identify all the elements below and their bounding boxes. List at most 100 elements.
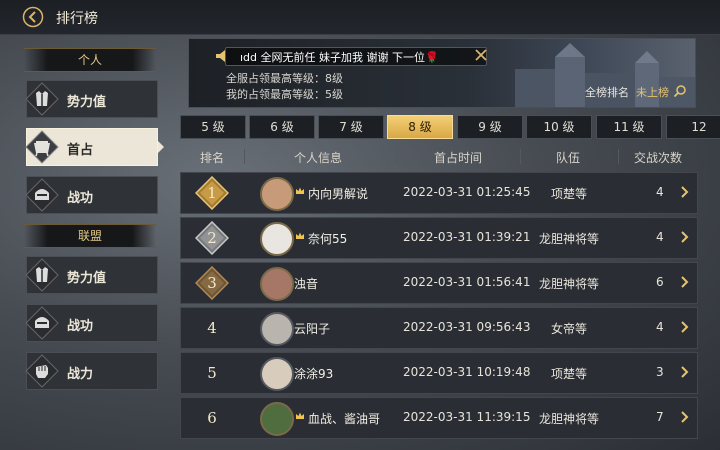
table-row[interactable]: 4 云阳子 2022-03-31 09:56:43 女帝等 4 — [180, 307, 698, 349]
occupy-time: 2022-03-31 10:19:48 — [403, 365, 531, 379]
info-banner: ıdd 全网无前任 妹子加我 谢谢 下一位🌹 全服占领最高等级：8级 我的占领最… — [188, 38, 696, 108]
rank-number: 5 — [207, 364, 217, 382]
crown-icon — [296, 187, 304, 194]
chevron-right-icon[interactable] — [679, 410, 689, 424]
avatar[interactable] — [260, 177, 294, 211]
column-divider — [520, 149, 521, 164]
table-header: 排名 个人信息 首占时间 队伍 交战次数 — [180, 146, 696, 168]
tab-level-7[interactable]: 7 级 — [318, 115, 384, 139]
sidebar: 个人 势力值 首占 战功 联盟 势力值 战功 战力 — [22, 48, 164, 400]
helmet-icon — [25, 306, 59, 340]
sidebar-item-first-occupy[interactable]: 首占 — [25, 128, 164, 166]
tab-level-10[interactable]: 10 级 — [526, 115, 592, 139]
column-header-battles: 交战次数 — [633, 151, 683, 165]
sidebar-item-alliance-merit[interactable]: 战功 — [25, 304, 158, 342]
chevron-right-icon[interactable] — [679, 275, 689, 289]
column-header-player: 个人信息 — [293, 151, 343, 165]
table-row[interactable]: 1 内向男解说 2022-03-31 01:25:45 项楚等 4 — [180, 172, 698, 214]
sidebar-item-label: 战功 — [67, 191, 94, 206]
column-header-time: 首占时间 — [433, 151, 483, 165]
armor-icon — [25, 82, 59, 116]
close-icon[interactable] — [473, 47, 489, 63]
battle-count: 3 — [656, 365, 664, 379]
overall-rank: 全榜排名 未上榜 — [585, 86, 669, 99]
team-name: 女帝等 — [550, 322, 587, 336]
occupy-time: 2022-03-31 09:56:43 — [403, 320, 531, 334]
column-divider — [618, 149, 619, 164]
sidebar-item-personal-merit[interactable]: 战功 — [25, 176, 158, 214]
sidebar-item-label: 势力值 — [67, 95, 107, 110]
occupy-time: 2022-03-31 01:39:21 — [403, 230, 531, 244]
crown-icon — [296, 232, 304, 239]
table-row[interactable]: 5 涂涂93 2022-03-31 10:19:48 项楚等 3 — [180, 352, 698, 394]
header-bar: 排行榜 — [0, 0, 720, 35]
page-title: 排行榜 — [56, 11, 98, 27]
tab-level-8[interactable]: 8 级 — [387, 115, 453, 139]
avatar[interactable] — [260, 402, 294, 436]
sidebar-item-alliance-power[interactable]: 势力值 — [25, 256, 158, 294]
cauldron-icon — [25, 130, 59, 164]
team-name: 项楚等 — [550, 367, 587, 381]
chevron-right-icon[interactable] — [679, 320, 689, 334]
player-name: 涂涂93 — [294, 367, 334, 381]
battle-count: 4 — [656, 230, 664, 244]
sidebar-item-label: 战力 — [67, 367, 94, 382]
crown-icon — [296, 412, 304, 419]
sidebar-item-label: 势力值 — [67, 271, 107, 286]
player-name: 血战、酱油哥 — [308, 412, 381, 426]
team-name: 龙胆神将等 — [538, 412, 599, 426]
rank-number: 3 — [207, 274, 217, 292]
speaker-icon — [216, 50, 225, 62]
server-max-level: 全服占领最高等级：8级 — [226, 72, 343, 85]
sidebar-item-personal-power[interactable]: 势力值 — [25, 80, 158, 118]
rank-number: 4 — [207, 319, 217, 337]
table-row[interactable]: 6 血战、酱油哥 2022-03-31 11:39:15 龙胆神将等 7 — [180, 397, 698, 439]
avatar[interactable] — [260, 267, 294, 301]
fist-icon — [25, 354, 59, 388]
broadcast-marquee: ıdd 全网无前任 妹子加我 谢谢 下一位🌹 — [216, 47, 487, 66]
tab-level-12[interactable]: 12 — [666, 115, 720, 139]
player-name: 内向男解说 — [308, 187, 369, 201]
marquee-text: ıdd 全网无前任 妹子加我 谢谢 下一位🌹 — [240, 51, 439, 64]
column-header-team: 队伍 — [555, 151, 581, 165]
occupy-time: 2022-03-31 11:39:15 — [403, 410, 531, 424]
tab-level-11[interactable]: 11 级 — [596, 115, 662, 139]
chevron-right-icon[interactable] — [679, 365, 689, 379]
column-header-rank: 排名 — [199, 151, 225, 165]
tab-level-5[interactable]: 5 级 — [180, 115, 246, 139]
occupy-time: 2022-03-31 01:25:45 — [403, 185, 531, 199]
player-name: 浊音 — [294, 277, 319, 291]
battle-count: 7 — [656, 410, 664, 424]
team-name: 龙胆神将等 — [538, 277, 599, 291]
team-name: 龙胆神将等 — [538, 232, 599, 246]
occupy-time: 2022-03-31 01:56:41 — [403, 275, 531, 289]
sidebar-item-label: 战功 — [67, 319, 94, 334]
table-row[interactable]: 2 奈何55 2022-03-31 01:39:21 龙胆神将等 4 — [180, 217, 698, 259]
player-name: 奈何55 — [308, 232, 348, 246]
level-tabs: 5 级 6 级 7 级 8 级 9 级 10 级 11 级 12 — [180, 115, 720, 139]
table-row[interactable]: 3 浊音 2022-03-31 01:56:41 龙胆神将等 6 — [180, 262, 698, 304]
battle-count: 4 — [656, 185, 664, 199]
helmet-icon — [25, 178, 59, 212]
avatar[interactable] — [260, 312, 294, 346]
chevron-right-icon[interactable] — [679, 185, 689, 199]
armor-icon — [25, 258, 59, 292]
player-name: 云阳子 — [294, 322, 331, 336]
avatar[interactable] — [260, 357, 294, 391]
sidebar-item-alliance-strength[interactable]: 战力 — [25, 352, 158, 390]
column-divider — [395, 149, 396, 164]
tab-level-6[interactable]: 6 级 — [249, 115, 315, 139]
rank-number: 2 — [207, 229, 217, 247]
my-max-level: 我的占领最高等级：5级 — [226, 88, 343, 101]
battle-count: 6 — [656, 275, 664, 289]
tab-level-9[interactable]: 9 级 — [457, 115, 523, 139]
section-label-alliance: 联盟 — [24, 224, 156, 248]
avatar[interactable] — [260, 222, 294, 256]
battle-count: 4 — [656, 320, 664, 334]
team-name: 项楚等 — [550, 187, 587, 201]
column-divider — [244, 149, 245, 164]
section-label-personal: 个人 — [24, 48, 156, 72]
chevron-right-icon[interactable] — [679, 230, 689, 244]
search-icon[interactable] — [673, 84, 687, 98]
back-arrow-icon[interactable] — [22, 6, 44, 28]
